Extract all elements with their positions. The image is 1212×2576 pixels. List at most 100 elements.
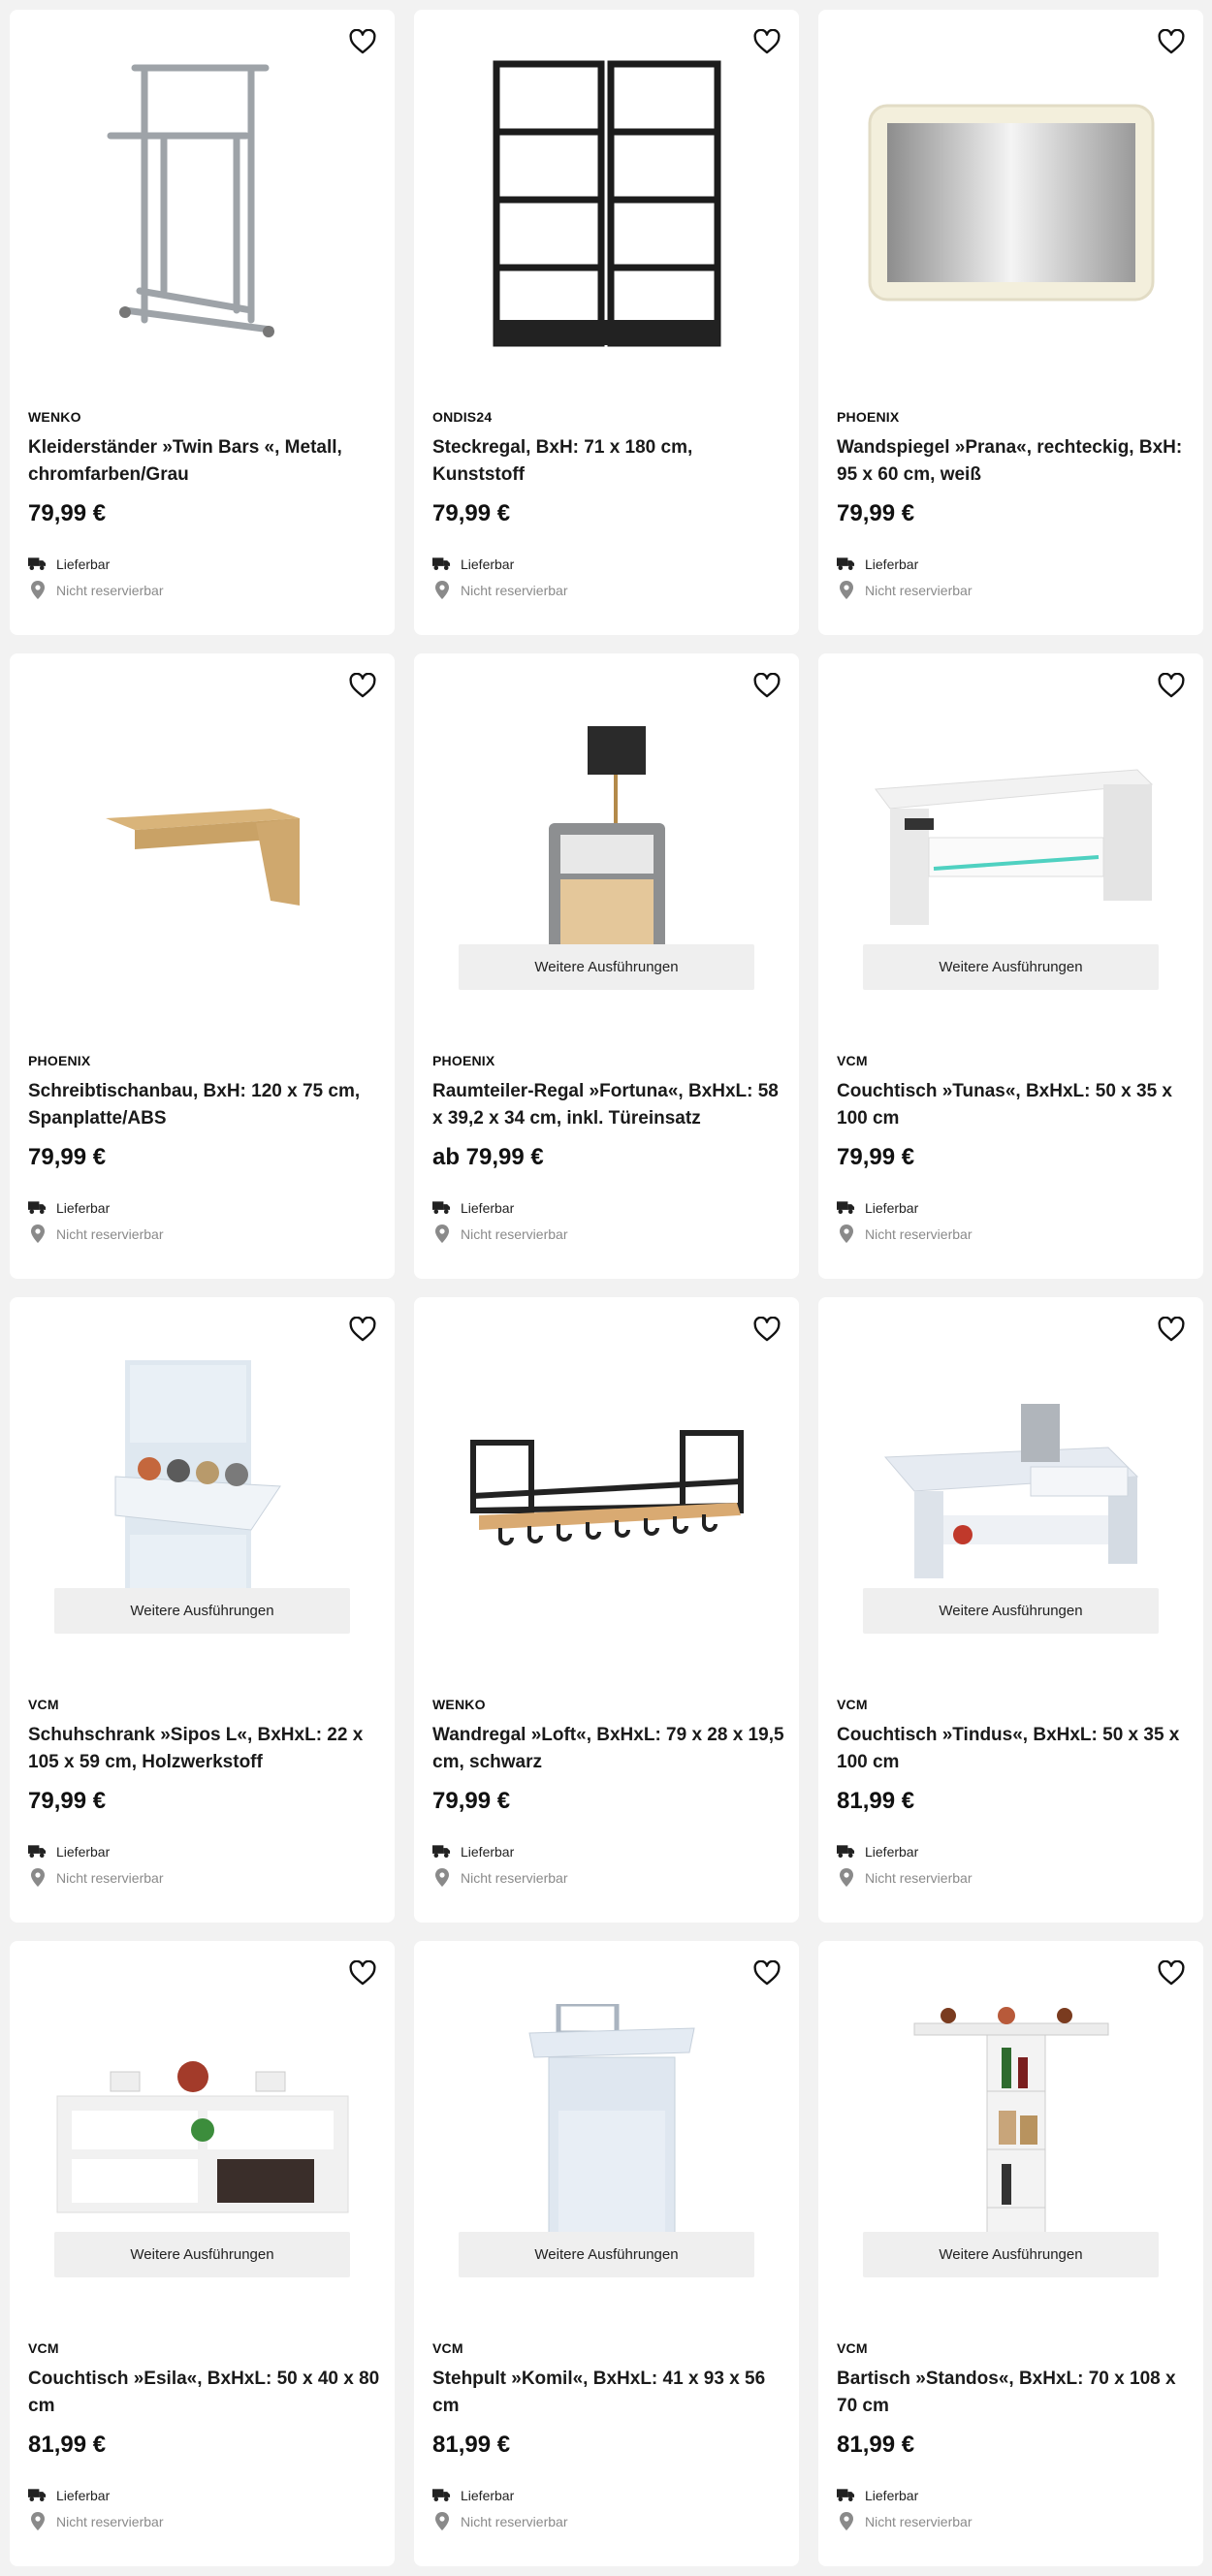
availability-info: Lieferbar: [432, 555, 514, 573]
more-variants-button[interactable]: Weitere Ausführungen: [863, 2232, 1159, 2277]
availability-info: Lieferbar: [837, 2486, 918, 2504]
wishlist-heart-icon[interactable]: [750, 25, 783, 58]
wishlist-heart-icon[interactable]: [346, 1313, 379, 1346]
shelving-unit-image[interactable]: [414, 10, 799, 398]
reservation-label: Nicht reservierbar: [56, 2513, 164, 2529]
wishlist-heart-icon[interactable]: [1155, 1313, 1188, 1346]
product-title[interactable]: Wandregal »Loft«, BxHxL: 79 x 28 x 19,5 …: [432, 1722, 786, 1776]
more-variants-button[interactable]: Weitere Ausführungen: [459, 944, 754, 990]
desk-extension-image[interactable]: [10, 653, 395, 1041]
truck-icon: [28, 2486, 47, 2504]
wishlist-heart-icon[interactable]: [1155, 25, 1188, 58]
truck-icon: [432, 1842, 451, 1860]
availability-label: Lieferbar: [865, 1199, 919, 1216]
more-variants-button[interactable]: Weitere Ausführungen: [863, 944, 1159, 990]
product-card[interactable]: Weitere Ausführungen VCM Schuhschrank »S…: [10, 1297, 395, 1923]
product-brand: VCM: [837, 2340, 868, 2356]
location-pin-icon: [28, 1224, 47, 1243]
reservation-label: Nicht reservierbar: [56, 1225, 164, 1242]
product-price: ab 79,99 €: [432, 1144, 544, 1170]
product-brand: VCM: [837, 1053, 868, 1068]
reservation-label: Nicht reservierbar: [865, 582, 973, 598]
location-pin-icon: [432, 1868, 451, 1887]
product-grid: WENKO Kleiderständer »Twin Bars «, Metal…: [0, 0, 1212, 2576]
availability-label: Lieferbar: [865, 1843, 919, 1860]
wishlist-heart-icon[interactable]: [346, 669, 379, 702]
product-card[interactable]: Weitere Ausführungen VCM Bartisch »Stand…: [818, 1941, 1203, 2566]
product-card[interactable]: Weitere Ausführungen VCM Couchtisch »Esi…: [10, 1941, 395, 2566]
product-brand: PHOENIX: [28, 1053, 91, 1068]
product-brand: WENKO: [28, 409, 81, 425]
wall-shelf-loft-image[interactable]: [414, 1297, 799, 1685]
wishlist-heart-icon[interactable]: [750, 669, 783, 702]
product-price: 79,99 €: [837, 500, 915, 526]
product-title[interactable]: Kleiderständer »Twin Bars «, Metall, chr…: [28, 434, 382, 489]
product-card[interactable]: Weitere Ausführungen VCM Couchtisch »Tin…: [818, 1297, 1203, 1923]
reservation-info: Nicht reservierbar: [28, 1868, 163, 1887]
availability-info: Lieferbar: [837, 555, 918, 573]
reservation-label: Nicht reservierbar: [865, 1869, 973, 1886]
availability-info: Lieferbar: [28, 1842, 110, 1860]
wishlist-heart-icon[interactable]: [750, 1313, 783, 1346]
product-brand: VCM: [432, 2340, 463, 2356]
reservation-label: Nicht reservierbar: [461, 1869, 568, 1886]
more-variants-button[interactable]: Weitere Ausführungen: [54, 1588, 350, 1634]
reservation-info: Nicht reservierbar: [837, 2512, 972, 2530]
wall-mirror-image[interactable]: [818, 10, 1203, 398]
truck-icon: [28, 1842, 47, 1860]
wishlist-heart-icon[interactable]: [346, 1956, 379, 1989]
reservation-info: Nicht reservierbar: [432, 2512, 567, 2530]
wishlist-heart-icon[interactable]: [1155, 669, 1188, 702]
product-title[interactable]: Couchtisch »Tindus«, BxHxL: 50 x 35 x 10…: [837, 1722, 1191, 1776]
more-variants-button[interactable]: Weitere Ausführungen: [863, 1588, 1159, 1634]
product-card[interactable]: Weitere Ausführungen VCM Stehpult »Komil…: [414, 1941, 799, 2566]
product-title[interactable]: Raumteiler-Regal »Fortuna«, BxHxL: 58 x …: [432, 1078, 786, 1132]
product-title[interactable]: Schuhschrank »Sipos L«, BxHxL: 22 x 105 …: [28, 1722, 382, 1776]
product-card[interactable]: PHOENIX Schreibtischanbau, BxH: 120 x 75…: [10, 653, 395, 1279]
product-title[interactable]: Stehpult »Komil«, BxHxL: 41 x 93 x 56 cm: [432, 2366, 786, 2420]
more-variants-button[interactable]: Weitere Ausführungen: [459, 2232, 754, 2277]
product-card[interactable]: WENKO Kleiderständer »Twin Bars «, Metal…: [10, 10, 395, 635]
reservation-info: Nicht reservierbar: [837, 1868, 972, 1887]
wishlist-heart-icon[interactable]: [346, 25, 379, 58]
location-pin-icon: [28, 1868, 47, 1887]
wishlist-heart-icon[interactable]: [750, 1956, 783, 1989]
reservation-info: Nicht reservierbar: [432, 1868, 567, 1887]
product-title[interactable]: Schreibtischanbau, BxH: 120 x 75 cm, Spa…: [28, 1078, 382, 1132]
availability-label: Lieferbar: [56, 2487, 111, 2503]
wishlist-heart-icon[interactable]: [1155, 1956, 1188, 1989]
product-brand: VCM: [28, 1697, 59, 1712]
product-card[interactable]: Weitere Ausführungen PHOENIX Raumteiler-…: [414, 653, 799, 1279]
reservation-info: Nicht reservierbar: [432, 1224, 567, 1243]
location-pin-icon: [28, 2512, 47, 2530]
product-title[interactable]: Couchtisch »Esila«, BxHxL: 50 x 40 x 80 …: [28, 2366, 382, 2420]
reservation-label: Nicht reservierbar: [461, 582, 568, 598]
product-price: 79,99 €: [432, 1788, 511, 1814]
availability-info: Lieferbar: [837, 1198, 918, 1217]
product-price: 79,99 €: [432, 500, 511, 526]
truck-icon: [837, 2486, 855, 2504]
product-title[interactable]: Bartisch »Standos«, BxHxL: 70 x 108 x 70…: [837, 2366, 1191, 2420]
reservation-label: Nicht reservierbar: [56, 1869, 164, 1886]
product-card[interactable]: PHOENIX Wandspiegel »Prana«, rechteckig,…: [818, 10, 1203, 635]
garment-rack-image[interactable]: [10, 10, 395, 398]
product-price: 79,99 €: [837, 1144, 915, 1170]
truck-icon: [432, 2486, 451, 2504]
product-price: 81,99 €: [432, 2432, 511, 2458]
product-price: 81,99 €: [28, 2432, 107, 2458]
product-card[interactable]: WENKO Wandregal »Loft«, BxHxL: 79 x 28 x…: [414, 1297, 799, 1923]
product-brand: VCM: [28, 2340, 59, 2356]
product-brand: PHOENIX: [432, 1053, 495, 1068]
reservation-label: Nicht reservierbar: [56, 582, 164, 598]
product-brand: ONDIS24: [432, 409, 493, 425]
product-title[interactable]: Steckregal, BxH: 71 x 180 cm, Kunststoff: [432, 434, 786, 489]
product-title[interactable]: Couchtisch »Tunas«, BxHxL: 50 x 35 x 100…: [837, 1078, 1191, 1132]
product-card[interactable]: ONDIS24 Steckregal, BxH: 71 x 180 cm, Ku…: [414, 10, 799, 635]
availability-label: Lieferbar: [461, 2487, 515, 2503]
truck-icon: [837, 1198, 855, 1217]
product-card[interactable]: Weitere Ausführungen VCM Couchtisch »Tun…: [818, 653, 1203, 1279]
more-variants-button[interactable]: Weitere Ausführungen: [54, 2232, 350, 2277]
location-pin-icon: [432, 581, 451, 599]
product-title[interactable]: Wandspiegel »Prana«, rechteckig, BxH: 95…: [837, 434, 1191, 489]
reservation-info: Nicht reservierbar: [28, 581, 163, 599]
